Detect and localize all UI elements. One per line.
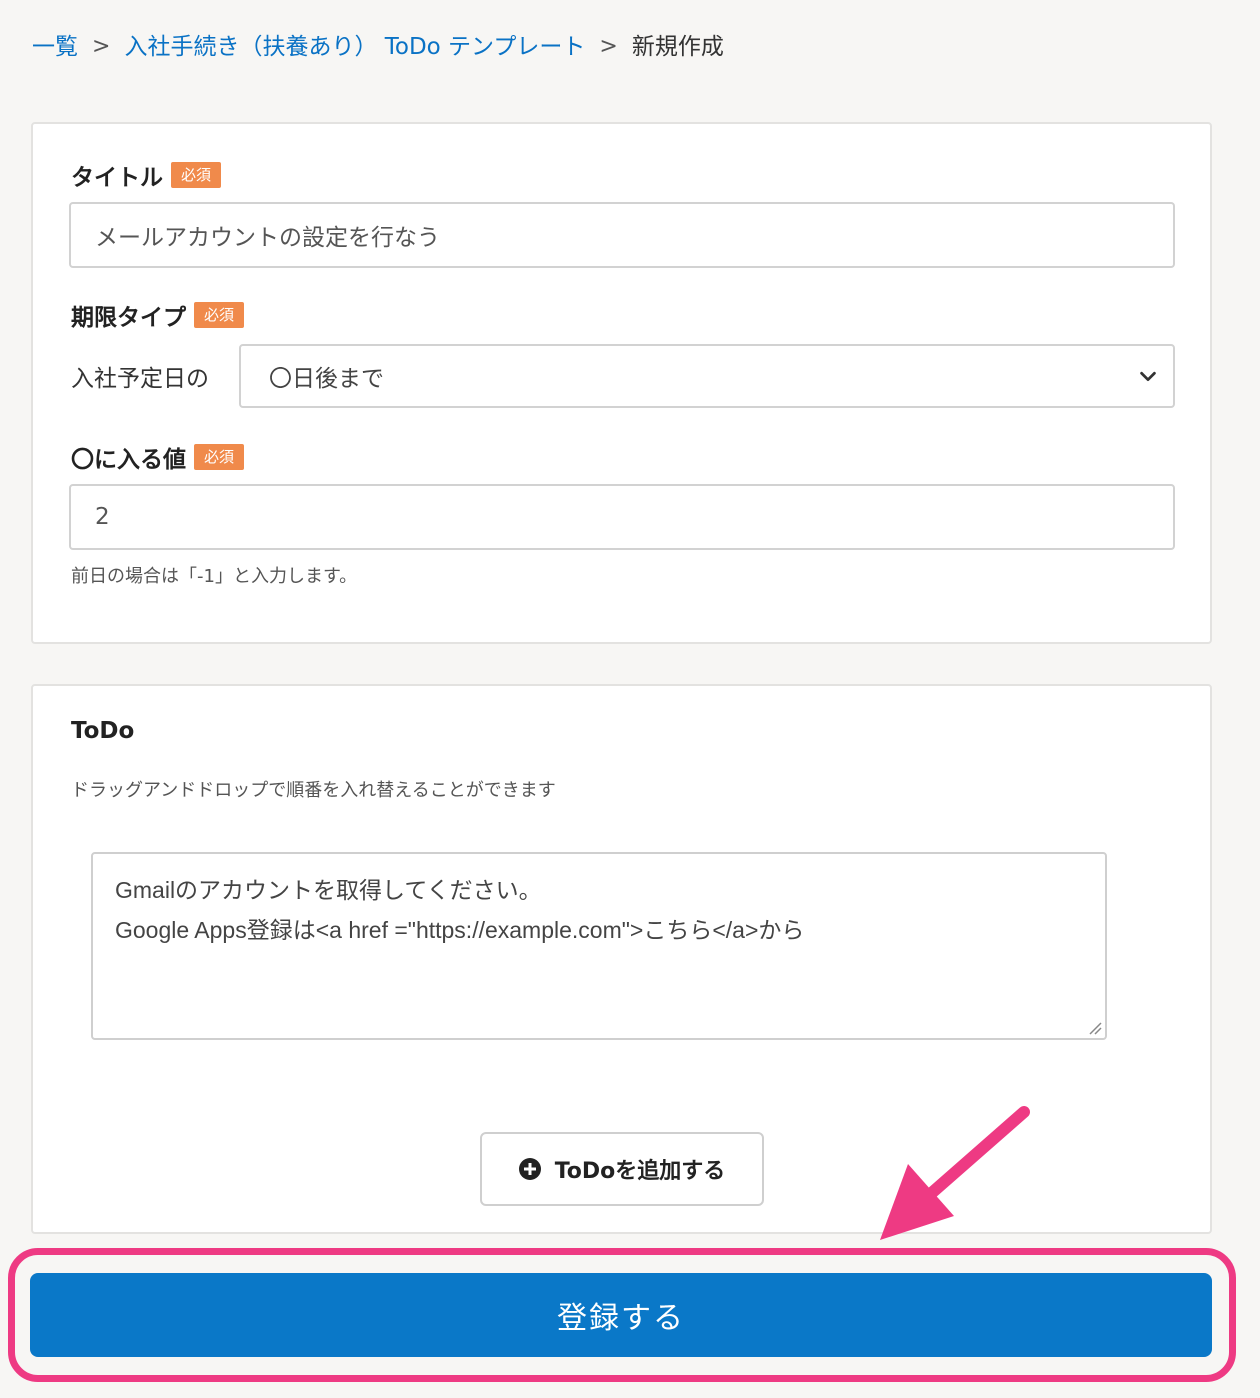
deadline-type-label-text: 期限タイプ bbox=[71, 305, 186, 331]
required-badge: 必須 bbox=[194, 444, 245, 470]
title-input-field[interactable] bbox=[95, 222, 1149, 248]
offset-help-text: 前日の場合は「-1」と入力します。 bbox=[71, 566, 358, 587]
resize-handle-icon[interactable] bbox=[1088, 1021, 1102, 1035]
required-badge: 必須 bbox=[194, 302, 245, 328]
todo-item-line: Gmailのアカウントを取得してください。 bbox=[115, 877, 542, 903]
add-todo-button-label: ToDoを追加する bbox=[554, 1159, 726, 1184]
breadcrumb-separator: > bbox=[92, 34, 111, 59]
breadcrumb-current: 新規作成 bbox=[631, 34, 724, 60]
breadcrumb-link-template[interactable]: 入社手続き（扶養あり） ToDo テンプレート bbox=[124, 30, 585, 64]
offset-value-input[interactable] bbox=[69, 484, 1175, 550]
title-label-text: タイトル bbox=[71, 165, 163, 191]
title-input[interactable] bbox=[69, 202, 1175, 268]
breadcrumb-link-list[interactable]: 一覧 bbox=[32, 30, 78, 64]
todo-title: ToDo bbox=[71, 718, 135, 744]
todo-item-textarea[interactable]: Gmailのアカウントを取得してください。 Google Apps登録は<a h… bbox=[91, 852, 1107, 1040]
breadcrumb: 一覧 > 入社手続き（扶養あり） ToDo テンプレート > 新規作成 bbox=[32, 30, 724, 64]
plus-circle-icon bbox=[518, 1158, 541, 1180]
title-label: タイトル 必須 bbox=[71, 158, 222, 192]
todo-hint: ドラッグアンドドロップで順番を入れ替えることができます bbox=[71, 780, 556, 801]
annotation-arrow-icon bbox=[880, 1106, 1030, 1240]
deadline-type-select[interactable]: 〇日後まで bbox=[239, 344, 1175, 408]
breadcrumb-separator: > bbox=[599, 34, 618, 59]
add-todo-button[interactable]: ToDoを追加する bbox=[480, 1132, 764, 1206]
deadline-prefix: 入社予定日の bbox=[71, 366, 209, 392]
chevron-down-icon bbox=[1140, 371, 1156, 382]
todo-item-line: Google Apps登録は<a href ="https://example.… bbox=[115, 917, 805, 943]
deadline-type-selected: 〇日後まで bbox=[269, 366, 384, 392]
page: 一覧 > 入社手続き（扶養あり） ToDo テンプレート > 新規作成 タイトル… bbox=[0, 0, 1260, 1398]
offset-value-label-text: 〇に入る値 bbox=[71, 447, 186, 473]
offset-value-label: 〇に入る値 必須 bbox=[71, 440, 245, 474]
offset-value-input-field[interactable] bbox=[95, 504, 1149, 530]
deadline-type-label: 期限タイプ 必須 bbox=[71, 298, 245, 332]
required-badge: 必須 bbox=[171, 162, 222, 188]
deadline-type-row: 入社予定日の 〇日後まで bbox=[71, 344, 1175, 408]
submit-button[interactable]: 登録する bbox=[30, 1273, 1212, 1357]
settings-card: タイトル 必須 期限タイプ 必須 入社予定日の 〇日後まで 〇に入る値 必須 bbox=[31, 122, 1212, 644]
